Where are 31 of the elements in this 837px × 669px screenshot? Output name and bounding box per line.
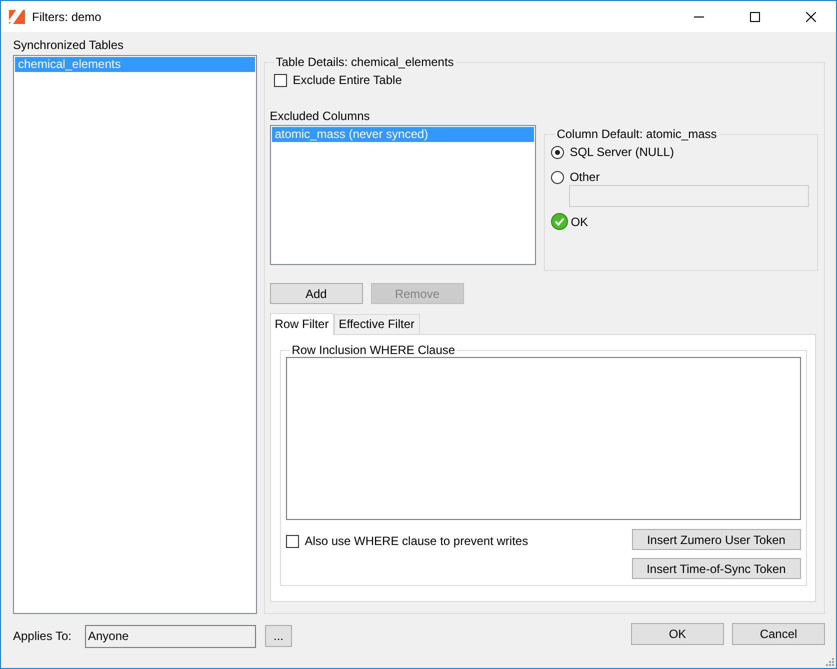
where-clause-field[interactable] [286,357,801,520]
group-title: Row Inclusion WHERE Clause [290,343,456,357]
radio-button[interactable] [550,170,564,184]
list-label: Synchronized Tables [13,38,125,52]
window-title: Filters: demo [32,10,102,24]
radio-button[interactable] [550,146,564,158]
insert-token-button[interactable]: Insert Time-of-Sync Token [632,558,801,579]
radio-label: Other [570,170,600,184]
group-title: Table Details: chemical_elements [274,55,455,69]
checkbox[interactable] [286,534,299,548]
browse-button[interactable]: ... [265,625,292,647]
insert-token-button[interactable]: Insert Zumero User Token [632,529,801,550]
checkbox-label: Also use WHERE clause to prevent writes [304,534,528,548]
group-title: Column Default: atomic_mass [556,127,718,141]
add-button[interactable]: Add [270,283,363,304]
check-icon [550,213,568,230]
status-text: OK [570,214,588,228]
maximize-icon[interactable] [750,12,760,22]
close-icon[interactable] [806,12,816,22]
checkbox[interactable] [274,74,287,86]
ok-button[interactable]: OK [631,623,724,645]
field-label: Applies To: [13,629,72,643]
tab[interactable]: Row Filter [270,313,334,335]
radio-label: SQL Server (NULL) [570,145,674,159]
resize-grip-icon[interactable] [826,658,834,666]
app-logo-icon [9,10,25,24]
applies-to-field[interactable]: Anyone [85,624,256,648]
list-label: Excluded Columns [270,109,371,123]
checkbox-label: Exclude Entire Table [292,73,402,87]
cancel-button[interactable]: Cancel [732,623,825,645]
tab[interactable]: Effective Filter [334,314,420,334]
